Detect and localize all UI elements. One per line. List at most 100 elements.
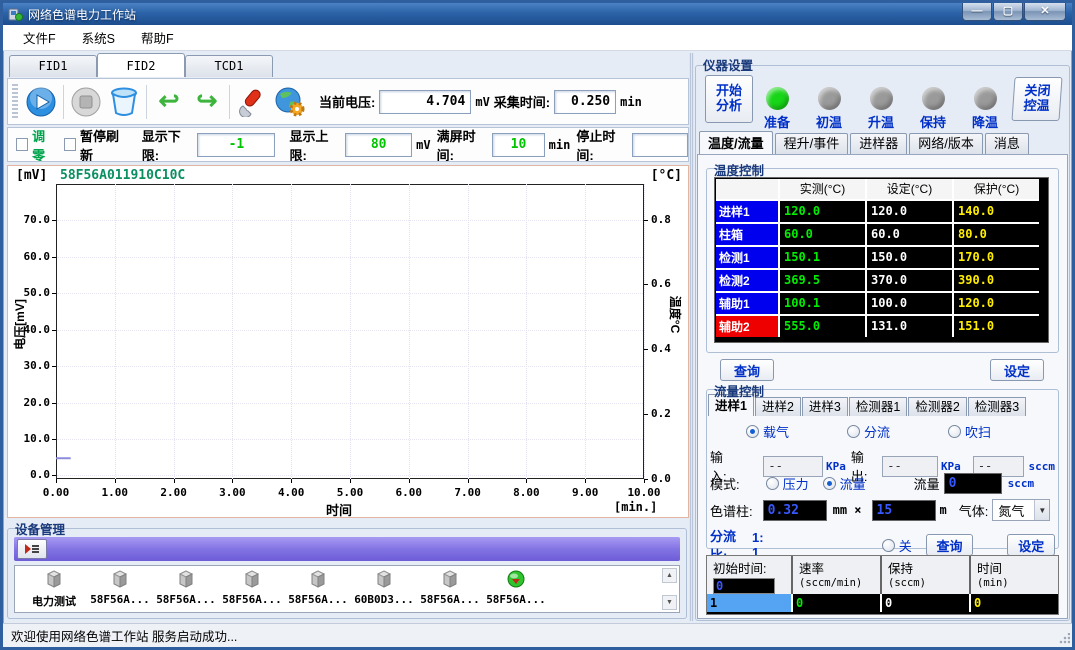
hold-header: 保持 (sccm): [882, 556, 969, 594]
device-item[interactable]: 58F56A...: [153, 568, 219, 606]
purge-radio[interactable]: 吹扫: [948, 422, 991, 441]
flow-program-table: 初始时间: 0 速率 (sccm/min) 保持 (sccm) 时间: [706, 555, 1059, 615]
flow-set-button[interactable]: 设定: [1007, 534, 1055, 556]
tab-fid1[interactable]: FID1: [9, 55, 97, 77]
flow-tab-detector1[interactable]: 检测器1: [849, 397, 907, 416]
flow-setpoint-field[interactable]: 0: [944, 473, 1002, 494]
device-list-button[interactable]: [17, 539, 47, 559]
menu-system[interactable]: 系统S: [82, 28, 115, 47]
column-diameter-field[interactable]: 0.32: [763, 500, 827, 521]
cool-down-light-icon: [974, 87, 997, 110]
sample-time-field[interactable]: 0.250: [554, 90, 616, 114]
stop-button[interactable]: [67, 83, 105, 121]
tab-messages[interactable]: 消息: [985, 133, 1029, 154]
scroll-down-icon[interactable]: ▼: [662, 595, 677, 610]
measured-flow-unit: sccm: [1028, 460, 1055, 473]
initial-time-field[interactable]: 0: [713, 578, 775, 594]
temp-col-measured: 实测(°C): [780, 179, 865, 199]
device-item[interactable]: 58F56A...: [285, 568, 351, 606]
resize-grip[interactable]: [1058, 633, 1070, 645]
minimize-button[interactable]: —: [962, 3, 992, 21]
hold-cell[interactable]: 0: [882, 594, 969, 612]
pause-refresh-label: 暂停刷新: [80, 127, 128, 162]
split-radio[interactable]: 分流: [847, 422, 890, 441]
flow-query-button[interactable]: 查询: [926, 534, 974, 556]
device-item[interactable]: 58F56A...: [219, 568, 285, 606]
current-voltage-field[interactable]: 4.704: [379, 90, 471, 114]
tab-fid2[interactable]: FID2: [97, 53, 185, 77]
forward-arrow-button[interactable]: ↪: [188, 83, 226, 121]
flow-setpoint-label: 流量: [914, 474, 940, 493]
scroll-up-icon[interactable]: ▲: [662, 568, 677, 583]
row-index-cell[interactable]: 1: [707, 594, 791, 612]
initial-temp-light-icon: [818, 87, 841, 110]
settings-tab-strip: 温度/流量 程升/事件 进样器 网络/版本 消息: [699, 133, 1031, 154]
close-button[interactable]: ✕: [1024, 3, 1066, 21]
zero-checkbox[interactable]: [16, 138, 28, 151]
current-voltage-label: 当前电压:: [319, 92, 375, 111]
tools-wrench-button[interactable]: [233, 83, 271, 121]
temp-set-button[interactable]: 设定: [990, 359, 1044, 381]
pause-refresh-checkbox[interactable]: [64, 138, 76, 151]
device-item[interactable]: 电力测试: [21, 568, 87, 609]
radio-icon: [766, 477, 779, 490]
back-arrow-icon: ↩: [159, 89, 180, 114]
instrument-icon: [176, 579, 196, 593]
app-window: 网络色谱电力工作站 — ▢ ✕ 文件F 系统S 帮助F FID1 FID2 TC…: [0, 0, 1075, 650]
device-serial-label: 58F56A011910C10C: [60, 168, 185, 183]
radio-icon: [847, 425, 860, 438]
split-off-radio[interactable]: 关: [882, 536, 912, 555]
tab-program-events[interactable]: 程升/事件: [775, 133, 849, 154]
radio-icon: [882, 539, 895, 552]
play-button[interactable]: [22, 83, 60, 121]
flow-tab-detector2[interactable]: 检测器2: [908, 397, 966, 416]
forward-arrow-icon: ↪: [197, 89, 218, 114]
device-toolbar: [14, 537, 680, 561]
temp-query-button[interactable]: 查询: [720, 359, 774, 381]
device-item[interactable]: 58F56A...: [87, 568, 153, 606]
status-bar: 欢迎使用网络色谱工作站 服务启动成功...: [3, 623, 1072, 647]
flow-tab-detector3[interactable]: 检测器3: [968, 397, 1026, 416]
window-title: 网络色谱电力工作站: [28, 6, 136, 23]
tab-injector[interactable]: 进样器: [850, 133, 907, 154]
clear-bucket-button[interactable]: [105, 83, 143, 121]
pressure-mode-radio[interactable]: 压力: [766, 474, 809, 493]
toolbar-grip[interactable]: [12, 84, 18, 120]
menu-help[interactable]: 帮助F: [141, 28, 174, 47]
table-row: 1 0 0 0: [707, 594, 1058, 612]
flow-mode-radio[interactable]: 流量: [823, 474, 866, 493]
rate-cell[interactable]: 0: [793, 594, 880, 612]
tab-network-version[interactable]: 网络/版本: [909, 133, 983, 154]
flow-control-section: 流量控制 进样1 进样2 进样3 检测器1 检测器2 检测器3 载气: [706, 389, 1059, 549]
tab-temp-flow[interactable]: 温度/流量: [699, 131, 773, 154]
device-item-online[interactable]: 58F56A...: [483, 568, 549, 606]
radio-icon: [823, 477, 836, 490]
close-temp-control-button[interactable]: 关闭 控温: [1011, 77, 1062, 121]
maximize-button[interactable]: ▢: [993, 3, 1023, 21]
network-settings-button[interactable]: [271, 83, 309, 121]
zero-label: 调零: [32, 127, 56, 162]
column-label: 色谱柱:: [710, 501, 753, 520]
stop-time-field[interactable]: [632, 133, 688, 157]
back-arrow-button[interactable]: ↩: [150, 83, 188, 121]
upper-limit-field[interactable]: 80: [345, 133, 412, 157]
instrument-icon: [44, 579, 64, 593]
instrument-icon: [308, 579, 328, 593]
fullscreen-time-field[interactable]: 10: [492, 133, 544, 157]
lower-limit-field[interactable]: -1: [197, 133, 275, 157]
start-analysis-button[interactable]: 开始 分析: [705, 75, 753, 123]
menu-file[interactable]: 文件F: [23, 28, 56, 47]
status-light-ready: 准备: [751, 87, 803, 131]
device-item[interactable]: 60B0D3...: [351, 568, 417, 606]
y-axis-right-title: 温度°C: [667, 296, 684, 333]
column-length-field[interactable]: 15: [872, 500, 936, 521]
time-cell[interactable]: 0: [971, 594, 1058, 612]
gas-select[interactable]: 氮气 ▼: [992, 499, 1050, 521]
device-item[interactable]: 58F56A...: [417, 568, 483, 606]
flow-tab-inlet3[interactable]: 进样3: [802, 397, 848, 416]
mode-label: 模式:: [710, 474, 740, 493]
temperature-control-section: 温度控制 实测(°C) 设定(°C) 保护(°C) 进样1 120.0 120.…: [706, 163, 1059, 353]
carrier-gas-radio[interactable]: 载气: [746, 422, 789, 441]
tab-tcd1[interactable]: TCD1: [185, 55, 273, 77]
column-diameter-unit: mm ×: [833, 503, 862, 517]
